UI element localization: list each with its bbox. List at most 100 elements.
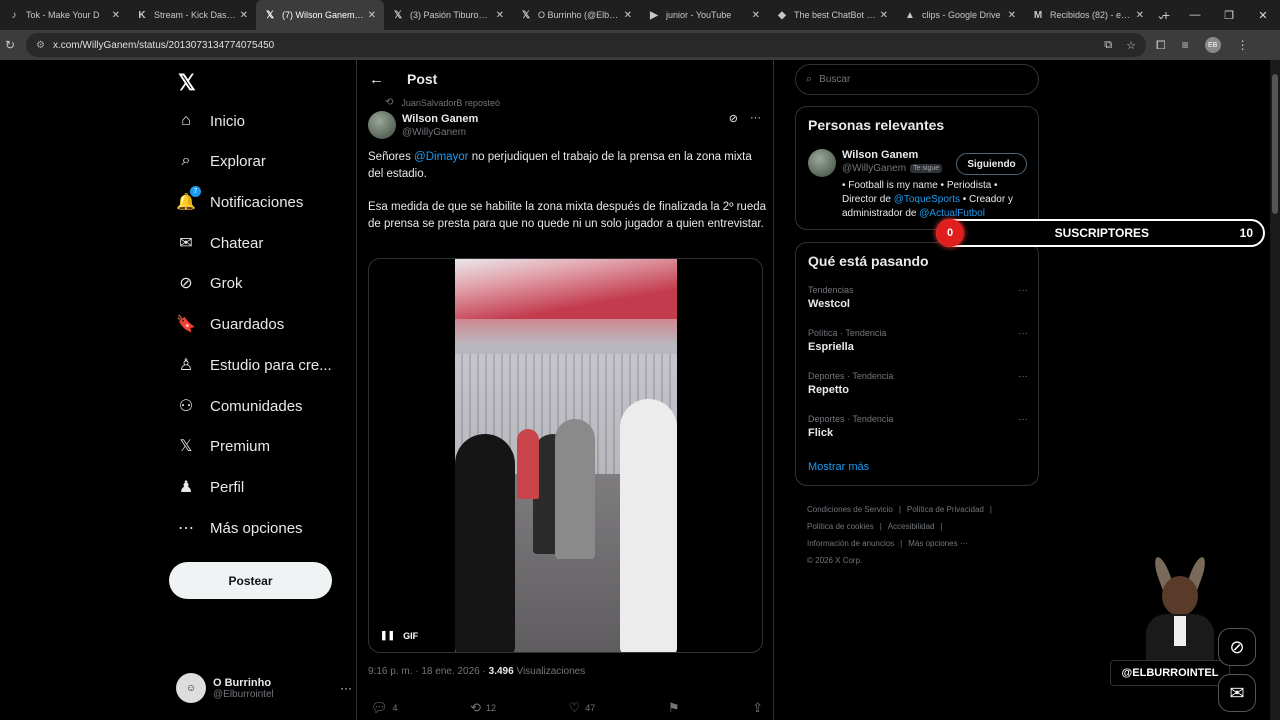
mention-link[interactable]: @ActualFutbol xyxy=(919,208,985,219)
close-tab-icon[interactable]: ✕ xyxy=(112,10,120,21)
nav-item-explorar[interactable]: ⌕ Explorar xyxy=(176,142,266,180)
tab-search-icon[interactable]: ⌄ xyxy=(1144,9,1178,22)
pause-icon[interactable]: ❚❚ xyxy=(380,630,395,641)
nav-item-inicio[interactable]: ⌂ Inicio xyxy=(176,102,245,140)
bookmark-star-icon[interactable]: ☆ xyxy=(1126,39,1136,52)
reading-list-icon[interactable]: ≡ xyxy=(1182,38,1189,52)
author-avatar[interactable] xyxy=(368,111,396,139)
post-timestamp[interactable]: 9:16 p. m. · 18 ene. 2026 · xyxy=(368,666,489,677)
scrollbar[interactable] xyxy=(1270,60,1280,720)
more-icon[interactable]: ··· xyxy=(340,681,352,695)
trend-item[interactable]: Deportes · Tendencia Flick ··· xyxy=(808,414,1028,439)
trend-more-icon[interactable]: ··· xyxy=(1018,414,1028,425)
trend-more-icon[interactable]: ··· xyxy=(1018,371,1028,382)
browser-tab[interactable]: 𝕏 O Burrinho (@Elburri ✕ xyxy=(512,0,640,30)
nav-item-m-s-opciones[interactable]: ⋯ Más opciones xyxy=(176,509,303,547)
post-button[interactable]: Postear xyxy=(169,562,332,599)
author-name[interactable]: Wilson Ganem xyxy=(402,113,478,125)
url-text[interactable]: x.com/WillyGanem/status/2013073134774075… xyxy=(53,40,1104,51)
window-controls: ⌄ — ❐ ✕ xyxy=(1144,0,1280,30)
show-more-link[interactable]: Mostrar más xyxy=(808,461,869,473)
site-info-icon[interactable]: ⚙ xyxy=(36,40,45,51)
url-field[interactable]: ⚙ x.com/WillyGanem/status/20130731347740… xyxy=(26,33,1146,57)
post-media[interactable]: ❚❚ GIF xyxy=(368,258,763,653)
grok-explain-icon[interactable]: ⊘ xyxy=(729,112,738,125)
footer-link[interactable]: © 2026 X Corp. xyxy=(807,556,862,565)
browser-tab[interactable]: K Stream - Kick Dashbo ✕ xyxy=(128,0,256,30)
nav-item-notificaciones[interactable]: 🔔 7 Notificaciones xyxy=(176,183,303,221)
menu-icon[interactable]: ⋮ xyxy=(1237,38,1249,52)
gif-badge[interactable]: ❚❚ GIF xyxy=(380,630,418,641)
close-tab-icon[interactable]: ✕ xyxy=(1136,10,1144,21)
person-handle[interactable]: @WillyGanem xyxy=(842,163,906,174)
close-tab-icon[interactable]: ✕ xyxy=(752,10,760,21)
bookmark-button[interactable]: ⚑ xyxy=(668,700,680,716)
mention-link[interactable]: @ToqueSports xyxy=(894,194,960,205)
grok-float-icon[interactable]: ⊘ xyxy=(1218,628,1256,666)
post-more-icon[interactable]: ··· xyxy=(750,112,761,125)
close-window-button[interactable]: ✕ xyxy=(1246,9,1280,22)
author-handle[interactable]: @WillyGanem xyxy=(402,127,478,138)
nav-item-guardados[interactable]: 🔖 Guardados xyxy=(176,305,284,343)
trend-more-icon[interactable]: ··· xyxy=(1018,328,1028,339)
mention-link[interactable]: @Dimayor xyxy=(414,151,469,163)
nav-item-chatear[interactable]: ✉ Chatear xyxy=(176,224,263,262)
trend-item[interactable]: Política · Tendencia Espriella ··· xyxy=(808,328,1028,353)
reposted-by[interactable]: JuanSalvadorB reposteó xyxy=(401,98,500,108)
browser-tab[interactable]: ▶ junior - YouTube ✕ xyxy=(640,0,768,30)
share-icon: ⇪ xyxy=(752,700,763,715)
browser-tab[interactable]: ▲ clips - Google Drive ✕ xyxy=(896,0,1024,30)
post-author[interactable]: Wilson Ganem @WillyGanem xyxy=(368,111,478,139)
close-tab-icon[interactable]: ✕ xyxy=(1008,10,1016,21)
browser-tab[interactable]: 𝕏 (3) Pasión Tiburona e ✕ xyxy=(384,0,512,30)
trend-more-icon[interactable]: ··· xyxy=(1018,285,1028,296)
close-tab-icon[interactable]: ✕ xyxy=(624,10,632,21)
profile-avatar[interactable]: EB xyxy=(1204,37,1221,53)
close-tab-icon[interactable]: ✕ xyxy=(496,10,504,21)
repost-button[interactable]: ⟲ 12 xyxy=(470,700,496,716)
trend-item[interactable]: Tendencias Westcol ··· xyxy=(808,285,1028,310)
close-tab-icon[interactable]: ✕ xyxy=(368,10,376,21)
search-input[interactable]: ⌕ Buscar xyxy=(795,64,1039,95)
maximize-button[interactable]: ❐ xyxy=(1212,9,1246,22)
footer-link[interactable]: Información de anuncios xyxy=(807,539,894,548)
creator-studio-icon: ♙ xyxy=(176,355,196,375)
nav-item-estudio-para-cre[interactable]: ♙ Estudio para cre... xyxy=(176,346,332,384)
install-app-icon[interactable]: ⧉ xyxy=(1104,39,1112,52)
footer-link[interactable]: Condiciones de Servicio xyxy=(807,505,893,514)
x-logo[interactable]: 𝕏 xyxy=(178,70,196,96)
browser-tab[interactable]: M Recibidos (82) - elbur ✕ xyxy=(1024,0,1152,30)
scrollbar-thumb[interactable] xyxy=(1272,74,1278,214)
footer-link[interactable]: Política de cookies xyxy=(807,522,874,531)
gif-frame[interactable] xyxy=(455,259,677,652)
browser-tab[interactable]: 𝕏 (7) Wilson Ganem en ✕ xyxy=(256,0,384,30)
footer-link[interactable]: Accesibilidad xyxy=(888,522,935,531)
extensions-icon[interactable]: ⧠ xyxy=(1156,38,1166,53)
nav-item-grok[interactable]: ⊘ Grok xyxy=(176,264,242,302)
minimize-button[interactable]: — xyxy=(1178,9,1212,21)
close-tab-icon[interactable]: ✕ xyxy=(240,10,248,21)
messages-float-icon[interactable]: ✉ xyxy=(1218,674,1256,712)
nav-item-comunidades[interactable]: ⚇ Comunidades xyxy=(176,387,303,425)
share-button[interactable]: ⇪ xyxy=(752,700,763,716)
close-tab-icon[interactable]: ✕ xyxy=(880,10,888,21)
reply-button[interactable]: 💬︎ 4 xyxy=(371,700,398,716)
browser-tab[interactable]: ◆ The best ChatBot an ✕ xyxy=(768,0,896,30)
browser-tab[interactable]: ♪ Tok - Make Your D ✕ xyxy=(0,0,128,30)
following-button[interactable]: Siguiendo xyxy=(956,153,1027,175)
trending-card: Qué está pasando Tendencias Westcol ··· Pol… xyxy=(795,242,1039,486)
back-arrow-icon[interactable]: ← xyxy=(369,71,389,88)
footer-link[interactable]: Más opciones ··· xyxy=(908,539,968,548)
nav-label: Explorar xyxy=(210,152,266,170)
account-switcher[interactable]: ☺ O Burrinho @Elburrointel ··· xyxy=(176,668,352,708)
post-text-paragraph: Esa medida de que se habilite la zona mi… xyxy=(368,201,767,230)
tab-title: Tok - Make Your D xyxy=(26,10,100,20)
nav-item-premium[interactable]: 𝕏 Premium xyxy=(176,427,270,465)
footer-link[interactable]: Política de Privacidad xyxy=(907,505,984,514)
like-button[interactable]: ♡ 47 xyxy=(569,700,596,716)
reload-icon[interactable]: ↻ xyxy=(0,38,20,52)
trend-item[interactable]: Deportes · Tendencia Repetto ··· xyxy=(808,371,1028,396)
nav-item-perfil[interactable]: ♟ Perfil xyxy=(176,468,244,506)
person-avatar[interactable] xyxy=(808,149,836,177)
icon-glyph: ✉ xyxy=(179,235,193,252)
